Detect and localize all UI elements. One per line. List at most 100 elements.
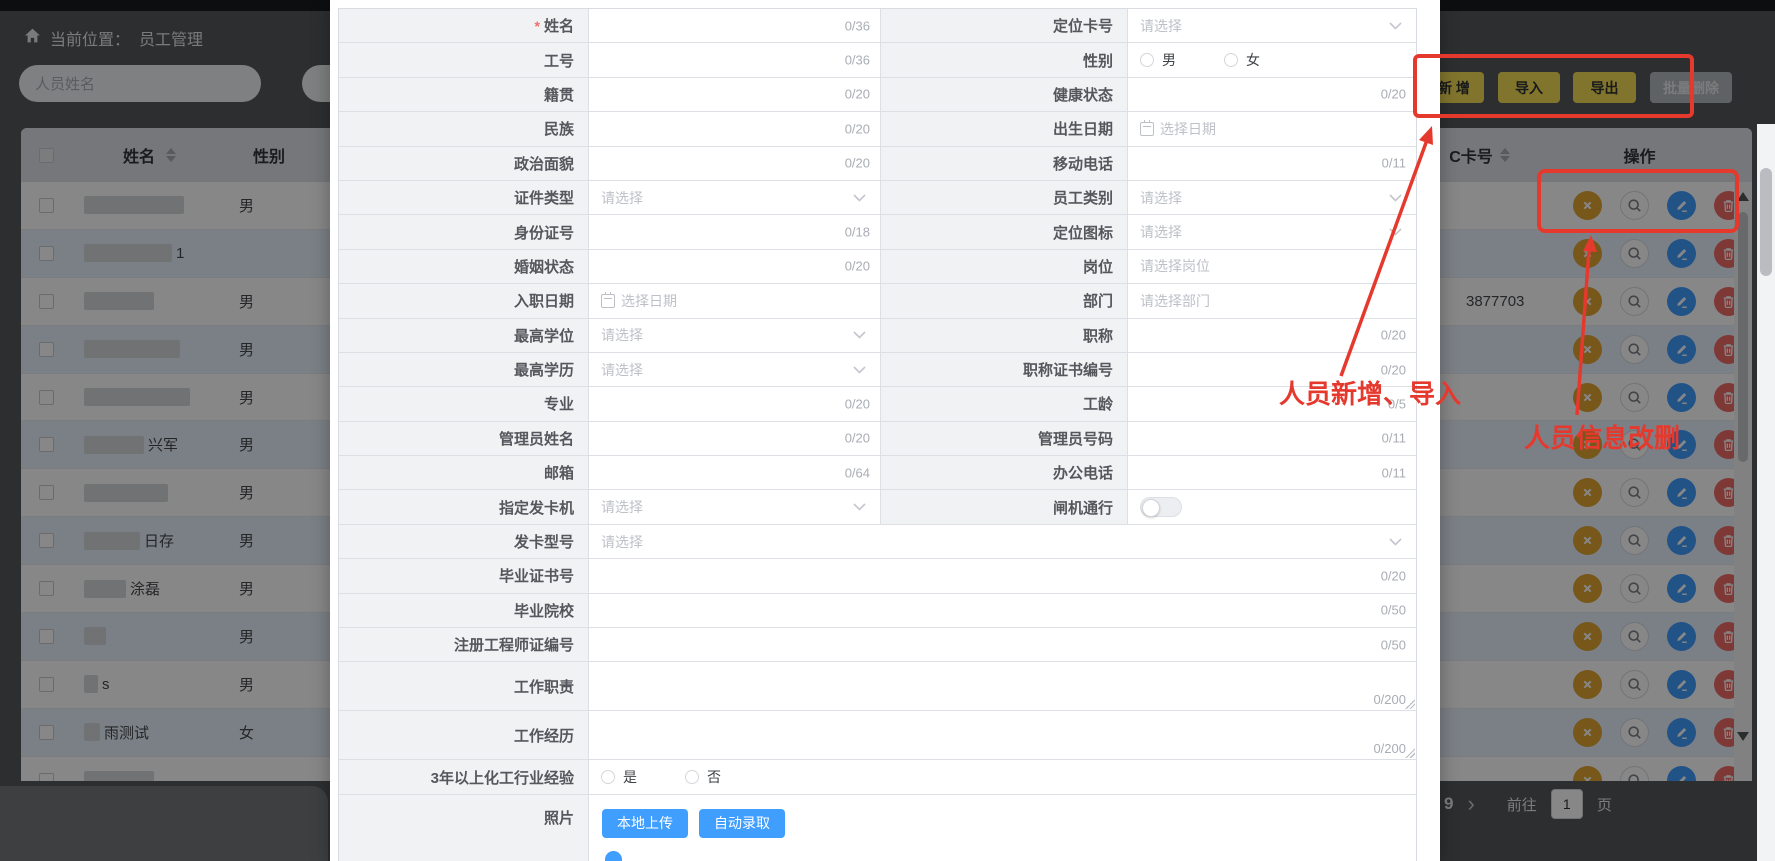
resize-handle-icon[interactable] bbox=[1405, 748, 1415, 758]
char-counter: 0/5 bbox=[1388, 396, 1406, 411]
field-date[interactable]: 选择日期 bbox=[589, 284, 880, 317]
char-counter: 0/200 bbox=[1373, 741, 1406, 756]
char-counter: 0/20 bbox=[1381, 87, 1406, 102]
char-counter: 0/36 bbox=[845, 53, 870, 68]
field-input[interactable]: 0/5 bbox=[1128, 387, 1416, 420]
char-counter: 0/20 bbox=[845, 121, 870, 136]
chevron-down-icon bbox=[853, 326, 866, 344]
field-input[interactable]: 0/20 bbox=[1128, 319, 1416, 352]
select-placeholder: 请选择部门 bbox=[1140, 291, 1210, 311]
chevron-down-icon bbox=[1389, 189, 1402, 207]
char-counter: 0/11 bbox=[1382, 431, 1406, 446]
chevron-down-icon bbox=[1389, 223, 1402, 241]
field-select[interactable]: 请选择 bbox=[1128, 181, 1416, 214]
char-counter: 0/50 bbox=[1381, 637, 1406, 652]
resize-handle-icon[interactable] bbox=[1405, 699, 1415, 709]
field-select[interactable]: 请选择 bbox=[1128, 215, 1416, 248]
form-row: *姓名0/36定位卡号请选择 bbox=[339, 9, 1416, 43]
field-label: 婚姻状态 bbox=[339, 250, 589, 283]
field-textarea[interactable]: 0/200 bbox=[589, 711, 1416, 759]
field-select[interactable]: 请选择 bbox=[589, 525, 1416, 558]
date-placeholder: 选择日期 bbox=[1140, 119, 1216, 139]
field-input[interactable]: 0/36 bbox=[589, 43, 880, 76]
char-counter: 0/18 bbox=[845, 225, 870, 240]
field-label: 定位图标 bbox=[880, 215, 1128, 248]
field-input[interactable]: 0/11 bbox=[1128, 147, 1416, 180]
field-label: 邮箱 bbox=[339, 456, 589, 489]
field-input[interactable]: 0/11 bbox=[1128, 456, 1416, 489]
form-row: 管理员姓名0/20管理员号码0/11 bbox=[339, 422, 1416, 456]
field-label: 移动电话 bbox=[880, 147, 1128, 180]
field-label: 民族 bbox=[339, 112, 589, 145]
radio-option[interactable] bbox=[1224, 53, 1238, 67]
field-input[interactable]: 0/36 bbox=[589, 9, 880, 42]
gate-pass-toggle[interactable] bbox=[1140, 497, 1182, 517]
field-radio[interactable]: 男女 bbox=[1128, 43, 1416, 76]
char-counter: 0/20 bbox=[1381, 568, 1406, 583]
field-toggle[interactable] bbox=[1128, 490, 1416, 523]
field-input[interactable]: 0/64 bbox=[589, 456, 880, 489]
field-select[interactable]: 请选择岗位 bbox=[1128, 250, 1416, 283]
field-select[interactable]: 请选择 bbox=[589, 319, 880, 352]
field-input[interactable]: 0/18 bbox=[589, 215, 880, 248]
form-row: 专业0/20工龄0/5 bbox=[339, 387, 1416, 421]
field-label: 发卡型号 bbox=[339, 525, 589, 558]
field-input[interactable]: 0/50 bbox=[589, 628, 1416, 661]
form-row: 邮箱0/64办公电话0/11 bbox=[339, 456, 1416, 490]
field-buttons[interactable]: 本地上传自动录取 bbox=[589, 795, 1416, 861]
radio-option[interactable] bbox=[601, 770, 615, 784]
calendar-icon bbox=[601, 294, 615, 308]
form-row: 籍贯0/20健康状态0/20 bbox=[339, 78, 1416, 112]
field-radio[interactable]: 是否 bbox=[589, 760, 1416, 793]
field-input[interactable]: 0/20 bbox=[589, 387, 880, 420]
field-select[interactable]: 请选择 bbox=[1128, 9, 1416, 42]
form-row: 毕业院校0/50 bbox=[339, 594, 1416, 628]
field-input[interactable]: 0/20 bbox=[589, 422, 880, 455]
field-input[interactable]: 0/20 bbox=[1128, 78, 1416, 111]
field-label: 专业 bbox=[339, 387, 589, 420]
field-input[interactable]: 0/20 bbox=[1128, 353, 1416, 386]
char-counter: 0/20 bbox=[845, 156, 870, 171]
field-select[interactable]: 请选择 bbox=[589, 181, 880, 214]
select-placeholder: 请选择 bbox=[601, 325, 643, 345]
radio-option[interactable] bbox=[1140, 53, 1154, 67]
field-label: 指定发卡机 bbox=[339, 490, 589, 523]
field-select[interactable]: 请选择 bbox=[589, 490, 880, 523]
field-input[interactable]: 0/20 bbox=[589, 78, 880, 111]
dialog-scrollbar[interactable] bbox=[1757, 124, 1775, 861]
field-select[interactable]: 请选择部门 bbox=[1128, 284, 1416, 317]
employee-form-dialog: *姓名0/36定位卡号请选择工号0/36性别男女籍贯0/20健康状态0/20民族… bbox=[330, 0, 1440, 861]
field-label: 健康状态 bbox=[880, 78, 1128, 111]
field-input[interactable]: 0/50 bbox=[589, 594, 1416, 627]
field-date[interactable]: 选择日期 bbox=[1128, 112, 1416, 145]
form-row: 毕业证书号 0/20 bbox=[339, 559, 1416, 593]
char-counter: 0/20 bbox=[845, 259, 870, 274]
char-counter: 0/36 bbox=[845, 18, 870, 33]
select-placeholder: 请选择 bbox=[601, 532, 643, 552]
field-label: 照片 bbox=[339, 795, 589, 861]
radio-option[interactable] bbox=[685, 770, 699, 784]
char-counter: 0/20 bbox=[845, 431, 870, 446]
field-label: 岗位 bbox=[880, 250, 1128, 283]
local-upload-button[interactable]: 本地上传 bbox=[602, 809, 688, 838]
field-label: 工作经历 bbox=[339, 711, 589, 759]
radio-label: 是 bbox=[623, 767, 637, 787]
field-input[interactable]: 0/20 bbox=[589, 147, 880, 180]
field-textarea[interactable]: 0/200 bbox=[589, 662, 1416, 710]
dialog-scrollbar-thumb[interactable] bbox=[1760, 168, 1772, 276]
form-row: 发卡型号请选择 bbox=[339, 525, 1416, 559]
select-placeholder: 请选择 bbox=[601, 497, 643, 517]
field-input[interactable]: 0/20 bbox=[589, 112, 880, 145]
select-placeholder: 请选择 bbox=[601, 360, 643, 380]
field-input[interactable]: 0/11 bbox=[1128, 422, 1416, 455]
form-row: 证件类型请选择员工类别请选择 bbox=[339, 181, 1416, 215]
char-counter: 0/50 bbox=[1381, 603, 1406, 618]
field-label: 毕业证书号 bbox=[339, 559, 589, 592]
auto-capture-button[interactable]: 自动录取 bbox=[699, 809, 785, 838]
field-input[interactable]: 0/20 bbox=[589, 559, 1416, 592]
form-row: 3年以上化工行业经验是否 bbox=[339, 760, 1416, 794]
required-mark: * bbox=[535, 18, 540, 34]
field-select[interactable]: 请选择 bbox=[589, 353, 880, 386]
field-input[interactable]: 0/20 bbox=[589, 250, 880, 283]
radio-label: 否 bbox=[707, 767, 721, 787]
